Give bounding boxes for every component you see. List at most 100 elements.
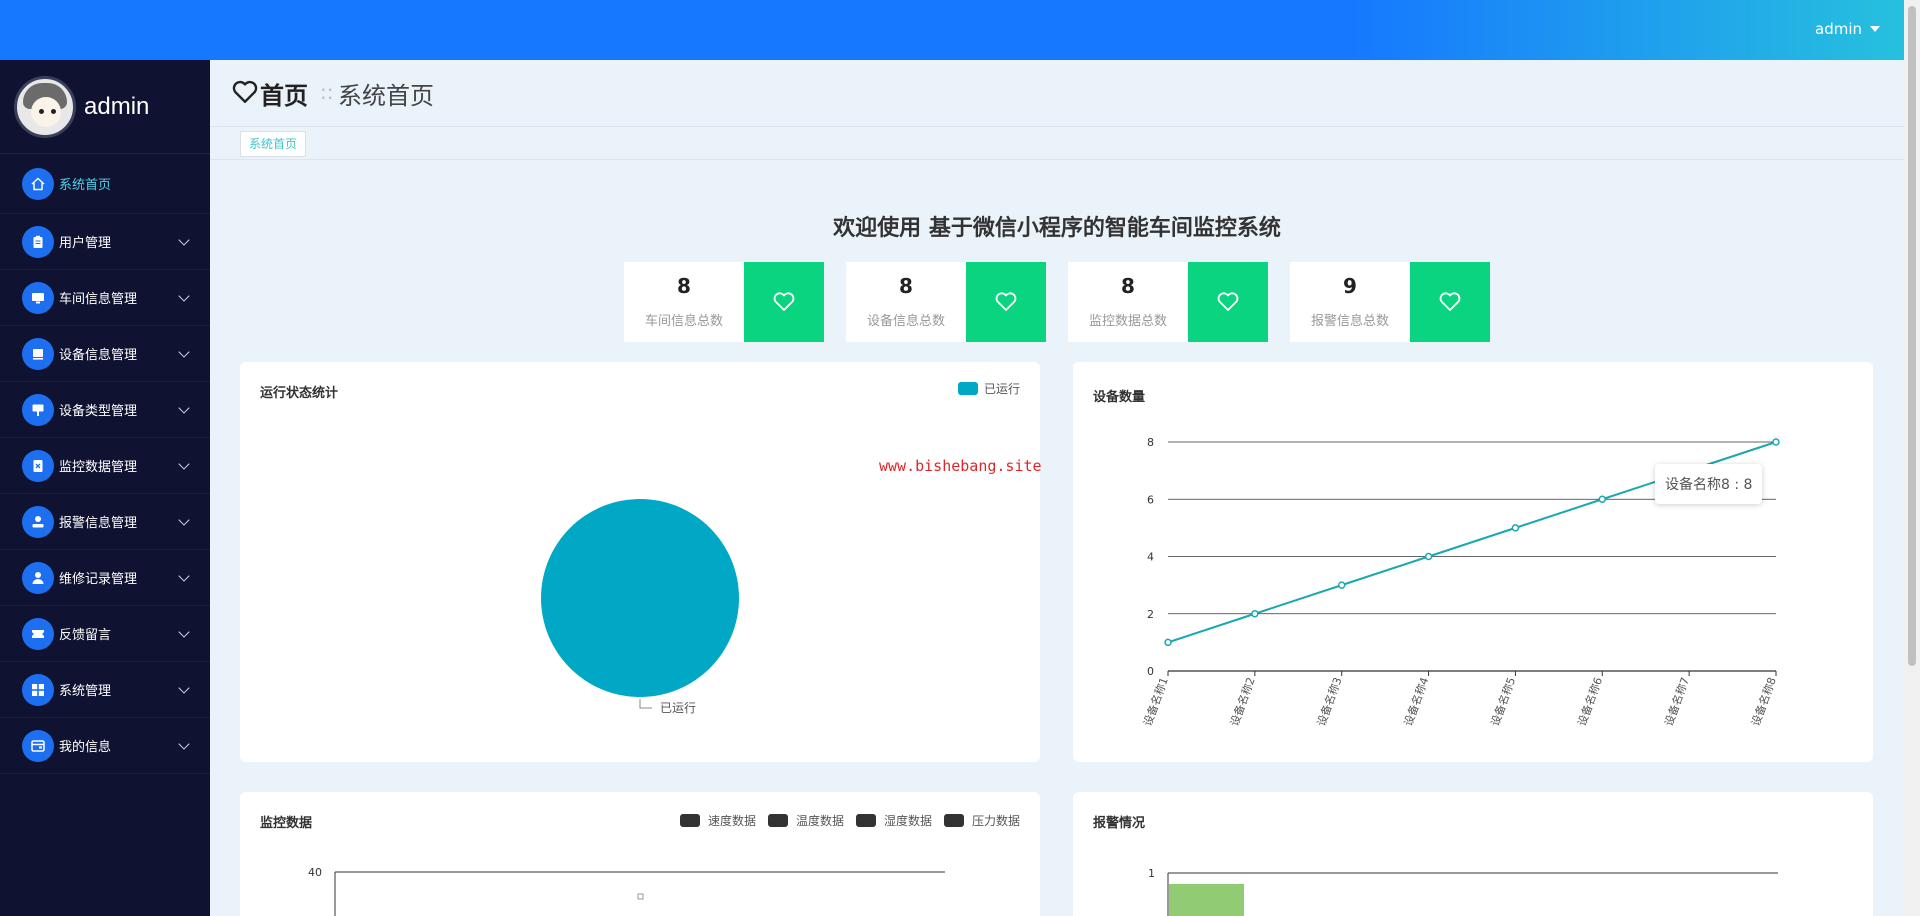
- chevron-down-icon[interactable]: [178, 458, 190, 470]
- page-scrollbar[interactable]: [1904, 0, 1920, 916]
- user-desk-icon: [22, 505, 54, 538]
- breadcrumb-home[interactable]: 首页: [260, 76, 308, 111]
- sidebar-item-label: 系统管理: [59, 684, 112, 699]
- chevron-down-icon[interactable]: [178, 346, 190, 358]
- data-point[interactable]: [1337, 581, 1346, 589]
- stat-icon-box: [1410, 262, 1490, 342]
- panel-device-count: 设备数量 0 2 4 6 8 设备名称1 设备名称2 设备名称3 设备名称4 设备名称5 设备名称6…: [1073, 362, 1873, 762]
- x-tick-label: 设备名称4: [1401, 675, 1432, 728]
- sidebar-item[interactable]: 车间信息管理: [0, 270, 210, 326]
- sidebar-item-label: 车间信息管理: [59, 292, 138, 307]
- stat-card-device: 8 设备信息总数: [846, 262, 1046, 342]
- sidebar-item[interactable]: 维修记录管理: [0, 550, 210, 606]
- bar: [1169, 884, 1244, 916]
- chevron-down-icon[interactable]: [178, 402, 190, 414]
- sidebar-item-label: 用户管理: [59, 236, 112, 251]
- breadcrumb-current: 系统首页: [338, 82, 434, 110]
- stat-value: 9: [1343, 274, 1357, 298]
- sidebar-item[interactable]: 监控数据管理: [0, 438, 210, 494]
- sidebar-item[interactable]: 报警信息管理: [0, 494, 210, 550]
- pie-slice[interactable]: [541, 499, 739, 697]
- sidebar: admin 系统首页 用户管理 车间信息管理 设备信息管理 设备类型管理 监控数据管理 报警…: [0, 60, 210, 916]
- home-icon: [22, 167, 54, 200]
- easel-icon: [22, 393, 54, 426]
- grid-icon: [22, 673, 54, 706]
- stat-icon-box: [966, 262, 1046, 342]
- user-menu[interactable]: admin: [1815, 20, 1880, 38]
- chevron-down-icon[interactable]: [178, 738, 190, 750]
- sidebar-item-label: 系统首页: [59, 178, 112, 193]
- tabs-bar: 系统首页: [210, 126, 1904, 160]
- data-point[interactable]: [1598, 495, 1607, 503]
- panel-run-status: 运行状态统计 已运行 已运行: [240, 362, 1040, 762]
- sidebar-item[interactable]: 系统管理: [0, 662, 210, 718]
- document-icon: [22, 449, 54, 482]
- y-tick-label: 40: [308, 866, 322, 879]
- scrollbar-thumb[interactable]: [1908, 6, 1916, 666]
- sidebar-item-label: 反馈留言: [59, 628, 112, 643]
- label-leader-line: [639, 699, 652, 709]
- data-point[interactable]: [1424, 552, 1433, 561]
- data-point[interactable]: [1511, 524, 1520, 532]
- stat-value: 8: [1121, 274, 1135, 298]
- pie-chart: 已运行: [541, 499, 739, 715]
- heart-icon: [1439, 292, 1461, 311]
- x-tick-label: 设备名称2: [1227, 675, 1258, 728]
- chevron-down-icon[interactable]: [178, 570, 190, 582]
- caret-down-icon: [1870, 26, 1880, 32]
- welcome-title: 欢迎使用 基于微信小程序的智能车间监控系统: [833, 216, 1281, 241]
- heart-icon: [995, 292, 1017, 311]
- sidebar-item-label: 维修记录管理: [59, 572, 138, 587]
- y-tick-label: 4: [1147, 551, 1154, 564]
- ticket-icon: [22, 617, 54, 650]
- data-point[interactable]: [1772, 438, 1780, 446]
- stat-value: 8: [677, 274, 691, 298]
- stat-caption: 车间信息总数: [644, 314, 723, 329]
- chevron-down-icon[interactable]: [178, 234, 190, 246]
- sidebar-item-label: 设备信息管理: [59, 348, 138, 363]
- sidebar-item[interactable]: 用户管理: [0, 214, 210, 270]
- stat-card-workshop: 8 车间信息总数: [624, 262, 824, 342]
- x-tick-label: 设备名称6: [1575, 675, 1606, 728]
- y-tick-label: 6: [1147, 493, 1154, 506]
- y-tick-label: 0: [1147, 665, 1154, 678]
- x-tick-label: 设备名称5: [1488, 675, 1519, 728]
- sidebar-item[interactable]: 反馈留言: [0, 606, 210, 662]
- data-point[interactable]: [1251, 610, 1259, 618]
- heart-icon: [1217, 292, 1239, 311]
- x-tick-label: 设备名称1: [1140, 675, 1171, 728]
- x-tick-label: 设备名称3: [1314, 675, 1345, 728]
- breadcrumb-separator: ::: [320, 80, 334, 104]
- stat-icon-box: [1188, 262, 1268, 342]
- data-point[interactable]: [1164, 638, 1172, 647]
- sidebar-item[interactable]: 系统首页: [0, 154, 210, 214]
- sidebar-item[interactable]: 设备信息管理: [0, 326, 210, 382]
- alarm-chart: 1: [1148, 867, 1778, 916]
- x-tick-label: 设备名称7: [1661, 675, 1692, 728]
- tab-system-home[interactable]: 系统首页: [240, 131, 307, 157]
- chevron-down-icon[interactable]: [178, 514, 190, 526]
- stat-caption: 设备信息总数: [866, 314, 945, 329]
- user-menu-label: admin: [1815, 20, 1862, 38]
- chevron-down-icon[interactable]: [178, 626, 190, 638]
- stat-card-monitor: 8 监控数据总数: [1068, 262, 1268, 342]
- panel-alarm: 报警情况 1: [1073, 792, 1873, 916]
- watermark: www.bishebang.site: [879, 457, 1042, 475]
- chevron-down-icon[interactable]: [178, 682, 190, 694]
- clipboard-icon: [22, 225, 54, 258]
- card-icon: [22, 729, 54, 762]
- y-tick-label: 2: [1147, 608, 1154, 621]
- chevron-down-icon[interactable]: [178, 290, 190, 302]
- avatar: [14, 75, 76, 138]
- stat-caption: 报警信息总数: [1310, 314, 1389, 329]
- chart-tooltip: 设备名称8 : 8: [1655, 464, 1763, 504]
- sidebar-item[interactable]: 我的信息: [0, 718, 210, 774]
- panel-monitor-data: 监控数据 速度数据 温度数据 湿度数据 压力数据 40: [240, 792, 1040, 916]
- heart-icon: [232, 80, 258, 103]
- sidebar-item-label: 报警信息管理: [59, 516, 138, 531]
- x-tick-label: 设备名称8: [1748, 675, 1779, 728]
- stat-icon-box: [744, 262, 824, 342]
- device-icon: [22, 337, 54, 370]
- data-point: [637, 893, 644, 900]
- sidebar-item[interactable]: 设备类型管理: [0, 382, 210, 438]
